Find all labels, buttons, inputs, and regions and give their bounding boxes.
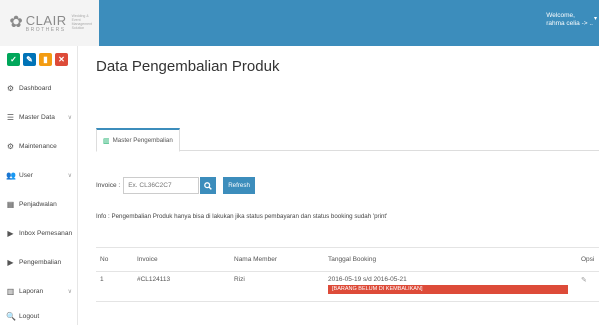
sidebar-item-label: Master Data xyxy=(19,113,55,121)
invoice-label: Invoice : xyxy=(96,182,121,189)
arrow-right-icon: ▶ xyxy=(7,228,14,238)
invoice-search-row: Invoice : Refresh xyxy=(96,177,255,194)
sidebar-item-logout[interactable]: 🔍 Logout xyxy=(0,306,78,325)
gears-icon: ⚙ xyxy=(6,141,15,151)
tab-master-pengembalian[interactable]: ▥ Master Pengembalian xyxy=(96,128,180,152)
refresh-button[interactable]: Refresh xyxy=(223,177,255,194)
sidebar-quick-actions: ✓ ✎ ▮ ✕ xyxy=(0,46,77,68)
sidebar-item-label: User xyxy=(19,171,33,179)
sidebar-item-label: Maintenance xyxy=(19,142,57,150)
booking-date-range: 2016-05-19 s/d 2016-05-21 xyxy=(328,276,407,283)
tab-bar: ▥ Master Pengembalian xyxy=(96,126,599,152)
pengembalian-table: No Invoice Nama Member Tanggal Booking O… xyxy=(96,247,599,302)
table-header-row: No Invoice Nama Member Tanggal Booking O… xyxy=(96,247,599,272)
table-icon: ▥ xyxy=(103,137,110,145)
chevron-down-icon: ∨ xyxy=(67,114,72,121)
column-header-opsi: Opsi xyxy=(577,247,599,272)
user-name: rahma celia -> .. xyxy=(546,20,593,28)
chevron-down-icon: ∨ xyxy=(67,288,72,295)
sidebar-item-label: Inbox Pemesanan xyxy=(19,229,73,237)
report-icon: ▥ xyxy=(6,286,15,296)
cell-no: 1 xyxy=(96,271,133,302)
key-icon: 🔍 xyxy=(6,311,16,321)
cell-invoice: #CL124113 xyxy=(133,271,230,302)
page-title: Data Pengembalian Produk xyxy=(96,58,280,75)
arrow-right-icon: ▶ xyxy=(7,257,14,267)
sidebar-item-user[interactable]: 👥 User ∨ xyxy=(0,165,78,185)
sidebar-item-label: Dashboard xyxy=(19,84,52,92)
sidebar-item-label: Logout xyxy=(19,312,40,320)
dashboard-icon: ⚙ xyxy=(6,83,15,93)
check-icon[interactable]: ✓ xyxy=(7,53,20,66)
sidebar-item-label: Laporan xyxy=(19,287,44,295)
search-icon xyxy=(204,181,213,190)
pencil-icon[interactable]: ✎ xyxy=(23,53,36,66)
column-header-tanggal-booking[interactable]: Tanggal Booking xyxy=(324,247,577,272)
users-icon: 👥 xyxy=(6,170,16,180)
caret-down-icon: ▾ xyxy=(593,16,597,22)
column-header-nama-member[interactable]: Nama Member xyxy=(230,247,324,272)
calendar-icon: ▦ xyxy=(6,199,15,209)
user-greeting: Welcome, xyxy=(546,12,575,19)
close-icon[interactable]: ✕ xyxy=(55,53,68,66)
sidebar-item-maintenance[interactable]: ⚙ Maintenance xyxy=(0,136,78,156)
cell-member: Rizi xyxy=(230,271,324,302)
sidebar: ✓ ✎ ▮ ✕ ⚙ Dashboard ☰ Master Data ∨ ⚙ Ma… xyxy=(0,46,78,325)
info-text: Info : Pengembalian Produk hanya bisa di… xyxy=(96,213,388,220)
cell-tanggal: 2016-05-19 s/d 2016-05-21 [BARANG BELUM … xyxy=(324,271,577,302)
bookmark-icon[interactable]: ▮ xyxy=(39,53,52,66)
cell-opsi: ✎ xyxy=(577,271,599,302)
user-menu[interactable]: Welcome, rahma celia -> .. ▾ xyxy=(546,12,597,28)
sidebar-item-laporan[interactable]: ▥ Laporan ∨ xyxy=(0,281,78,301)
chevron-down-icon: ∨ xyxy=(67,172,72,179)
sidebar-item-inbox-pemesanan[interactable]: ▶ Inbox Pemesanan xyxy=(0,223,78,243)
column-header-invoice[interactable]: Invoice xyxy=(133,247,230,272)
invoice-input[interactable] xyxy=(123,177,200,194)
sidebar-item-pengembalian[interactable]: ▶ Pengembalian xyxy=(0,252,78,272)
list-icon: ☰ xyxy=(6,112,15,122)
table-row: 1 #CL124113 Rizi 2016-05-19 s/d 2016-05-… xyxy=(96,271,599,302)
tab-label: Master Pengembalian xyxy=(112,137,173,144)
top-navbar: ✿ CLAIR BROTHERS Wedding & Event Managem… xyxy=(0,0,599,46)
sidebar-item-dashboard[interactable]: ⚙ Dashboard xyxy=(0,78,78,98)
logo-subtext: BROTHERS xyxy=(25,26,66,33)
search-button[interactable] xyxy=(200,177,217,194)
column-header-no[interactable]: No xyxy=(96,247,133,272)
logo-tagline: Wedding & Event Management Solution xyxy=(71,14,93,30)
logo-text: CLAIR xyxy=(25,12,67,28)
logo-icon: ✿ xyxy=(9,14,23,31)
brand-logo[interactable]: ✿ CLAIR BROTHERS Wedding & Event Managem… xyxy=(0,0,99,46)
sidebar-item-penjadwalan[interactable]: ▦ Penjadwalan xyxy=(0,194,78,214)
edit-icon[interactable]: ✎ xyxy=(581,277,587,284)
sidebar-item-label: Penjadwalan xyxy=(19,200,57,208)
sidebar-item-label: Pengembalian xyxy=(19,258,62,266)
status-badge: [BARANG BELUM DI KEMBALIKAN] xyxy=(328,285,568,294)
sidebar-item-master-data[interactable]: ☰ Master Data ∨ xyxy=(0,107,78,127)
